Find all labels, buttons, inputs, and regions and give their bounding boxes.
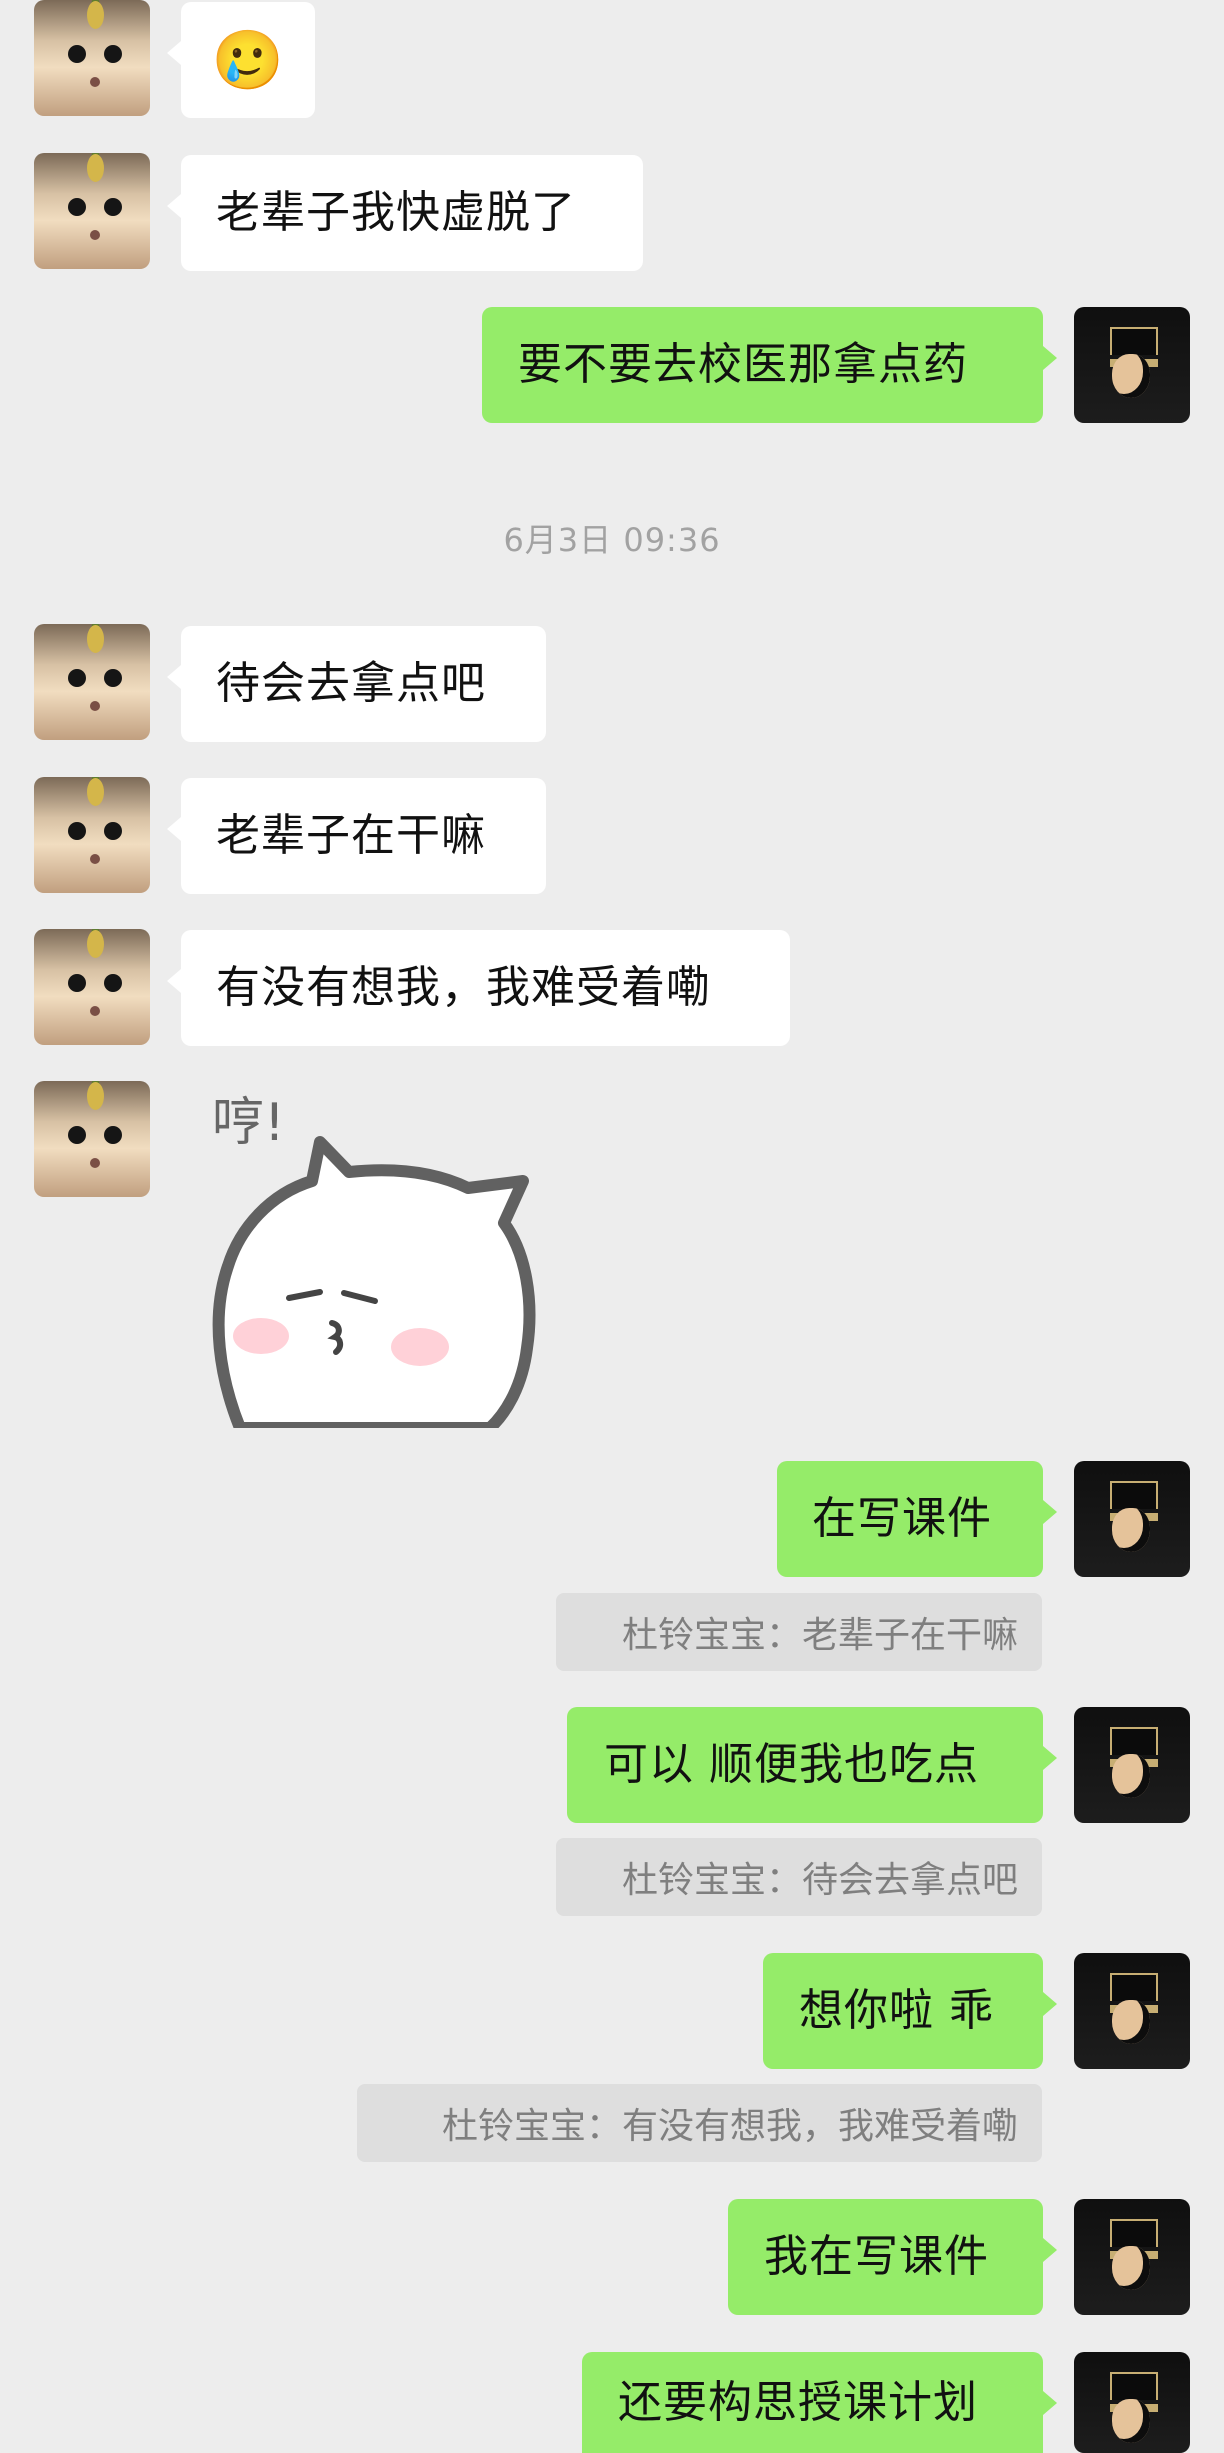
message-bubble[interactable]: 要不要去校医那拿点药 <box>482 307 1057 423</box>
cat-sticker[interactable]: 哼! <box>200 1078 540 1428</box>
message-bubble[interactable]: 老辈子我快虚脱了 <box>167 155 643 271</box>
emoji-icon: 🥲 <box>211 26 285 94</box>
user-avatar[interactable] <box>1074 1461 1190 1577</box>
message-text: 待会去拿点吧 <box>216 658 486 709</box>
message-bubble[interactable]: 有没有想我，我难受着嘞 <box>167 930 790 1046</box>
message-bubble[interactable]: 想你啦 乖 <box>763 1953 1057 2069</box>
sticker-text: 哼! <box>212 1093 285 1153</box>
message-bubble[interactable]: 待会去拿点吧 <box>167 626 546 742</box>
message-bubble[interactable]: 我在写课件 <box>728 2199 1057 2315</box>
message-text: 要不要去校医那拿点药 <box>518 339 968 390</box>
message-text: 我在写课件 <box>764 2231 989 2282</box>
message-text: 老辈子在干嘛 <box>216 810 486 861</box>
message-text: 可以 顺便我也吃点 <box>604 1739 979 1790</box>
message-text: 还要构思授课计划 <box>618 2376 978 2428</box>
quoted-message[interactable]: 杜铃宝宝：待会去拿点吧 <box>556 1838 1042 1916</box>
message-text: 老辈子我快虚脱了 <box>216 187 576 238</box>
message-bubble[interactable]: 还要构思授课计划 <box>582 2352 1057 2453</box>
user-avatar[interactable] <box>1074 2199 1190 2315</box>
message-bubble[interactable]: 老辈子在干嘛 <box>167 778 546 894</box>
contact-avatar[interactable] <box>34 777 150 893</box>
timestamp: 6月3日 09:36 <box>503 521 721 559</box>
contact-avatar[interactable] <box>34 929 150 1045</box>
user-avatar[interactable] <box>1074 307 1190 423</box>
user-avatar[interactable] <box>1074 1953 1190 2069</box>
message-text: 想你啦 乖 <box>799 1985 994 2036</box>
message-bubble[interactable]: 🥲 <box>167 2 315 118</box>
message-bubble[interactable]: 可以 顺便我也吃点 <box>567 1707 1057 1823</box>
contact-avatar[interactable] <box>34 153 150 269</box>
quoted-message[interactable]: 杜铃宝宝：有没有想我，我难受着嘞 <box>357 2084 1042 2162</box>
user-avatar[interactable] <box>1074 2352 1190 2453</box>
message-text: 有没有想我，我难受着嘞 <box>216 962 711 1013</box>
quoted-message[interactable]: 杜铃宝宝：老辈子在干嘛 <box>556 1593 1042 1671</box>
contact-avatar[interactable] <box>34 624 150 740</box>
message-text: 在写课件 <box>812 1493 992 1544</box>
contact-avatar[interactable] <box>34 0 150 116</box>
message-bubble[interactable]: 在写课件 <box>777 1461 1057 1577</box>
user-avatar[interactable] <box>1074 1707 1190 1823</box>
contact-avatar[interactable] <box>34 1081 150 1197</box>
